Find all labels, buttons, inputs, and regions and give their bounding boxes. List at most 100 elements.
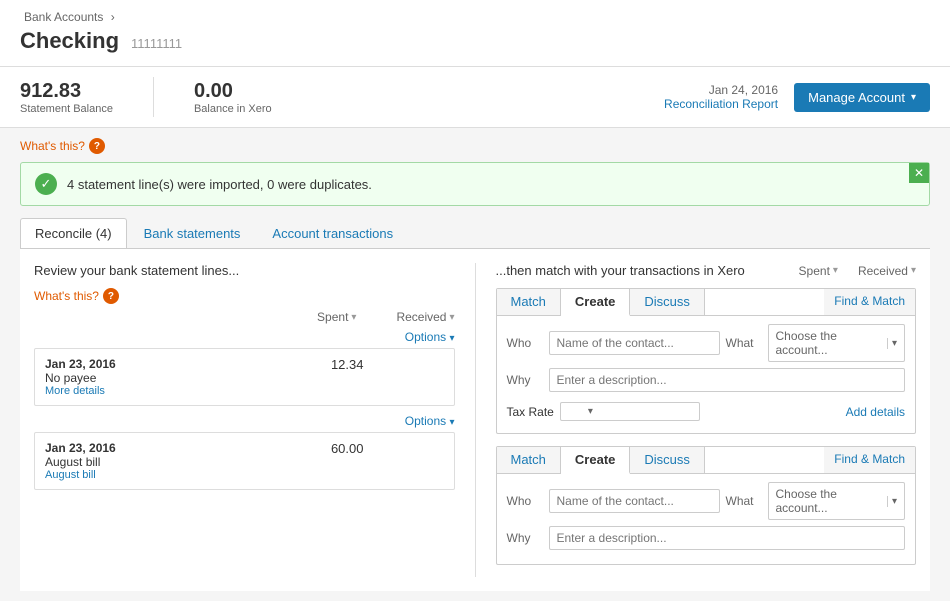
- breadcrumb-separator: ›: [111, 10, 115, 24]
- transaction-detail-2[interactable]: August bill: [45, 469, 294, 481]
- tax-select-arrow-1: ▾: [588, 406, 593, 417]
- match-tab-discuss-1[interactable]: Discuss: [630, 289, 705, 315]
- what-select-2[interactable]: Choose the account... ▾: [768, 482, 906, 520]
- why-label-1: Why: [507, 373, 543, 387]
- match-area-1: Match Create Discuss Find & Match Who: [496, 288, 917, 434]
- what-select-arrow-1: ▾: [887, 338, 897, 349]
- tax-row-1: Tax Rate ▾ Add details: [507, 398, 906, 425]
- tax-select-1[interactable]: ▾: [560, 402, 700, 421]
- match-tabs-2: Match Create Discuss Find & Match: [497, 447, 916, 474]
- page-header: Bank Accounts › Checking 11111111: [0, 0, 950, 67]
- transaction-name-1: No payee: [45, 371, 294, 385]
- breadcrumb[interactable]: Bank Accounts ›: [20, 10, 930, 24]
- account-number: 11111111: [131, 36, 182, 51]
- spent-sort-icon: ▾: [351, 312, 356, 323]
- check-icon: ✓: [35, 173, 57, 195]
- reconciliation-link[interactable]: Reconciliation Report: [664, 97, 778, 111]
- left-received-header[interactable]: Received ▾: [396, 310, 454, 324]
- statement-balance: 912.83 Statement Balance: [20, 80, 113, 115]
- xero-amount: 0.00: [194, 80, 272, 103]
- balance-bar: 912.83 Statement Balance 0.00 Balance in…: [0, 67, 950, 128]
- left-panel-desc: Review your bank statement lines...: [34, 263, 455, 278]
- right-panel-desc: ...then match with your transactions in …: [496, 263, 789, 278]
- page-title: Checking: [20, 28, 119, 54]
- why-row-2: Why: [507, 526, 906, 550]
- transaction-received-1: [364, 357, 444, 372]
- who-label-2: Who: [507, 494, 543, 508]
- find-match-1[interactable]: Find & Match: [824, 289, 915, 315]
- whats-this-icon: ?: [89, 138, 105, 154]
- right-panel: ...then match with your transactions in …: [476, 263, 917, 577]
- what-select-arrow-2: ▾: [887, 496, 897, 507]
- why-label-2: Why: [507, 531, 543, 545]
- left-col-headers: Spent ▾ Received ▾: [34, 310, 455, 324]
- who-label-1: Who: [507, 336, 543, 350]
- xero-label: Balance in Xero: [194, 103, 272, 115]
- who-input-2[interactable]: [549, 489, 720, 513]
- match-tab-match-2[interactable]: Match: [497, 447, 561, 473]
- options-caret-icon-1: ▾: [449, 333, 454, 344]
- transaction-row-2: Jan 23, 2016 August bill August bill 60.…: [34, 432, 455, 490]
- alert-message: 4 statement line(s) were imported, 0 wer…: [67, 177, 372, 192]
- what-label-2: What: [726, 494, 762, 508]
- add-details-1[interactable]: Add details: [846, 405, 905, 419]
- match-tabs-1: Match Create Discuss Find & Match: [497, 289, 916, 316]
- options-link-1[interactable]: Options ▾: [34, 330, 455, 344]
- tab-account-transactions[interactable]: Account transactions: [257, 218, 408, 248]
- transaction-detail-1[interactable]: More details: [45, 385, 294, 397]
- manage-caret-icon: ▾: [911, 92, 916, 103]
- options-caret-icon-2: ▾: [449, 417, 454, 428]
- whats-this-top[interactable]: What's this? ?: [20, 138, 930, 154]
- options-link-2[interactable]: Options ▾: [34, 414, 455, 428]
- why-input-1[interactable]: [549, 368, 906, 392]
- who-row-1: Who What Choose the account... ▾: [507, 324, 906, 362]
- right-col-headers: Spent ▾ Received ▾: [789, 264, 916, 278]
- alert-close-button[interactable]: ✕: [909, 163, 929, 183]
- reconcile-area: Review your bank statement lines... What…: [20, 249, 930, 591]
- breadcrumb-parent[interactable]: Bank Accounts: [24, 10, 103, 24]
- match-form-2: Who What Choose the account... ▾ Why: [497, 474, 916, 564]
- whats-this-left-icon: ?: [103, 288, 119, 304]
- why-input-2[interactable]: [549, 526, 906, 550]
- transaction-received-2: [364, 441, 444, 456]
- transaction-amounts-2: 60.00: [294, 441, 444, 456]
- tab-reconcile[interactable]: Reconcile (4): [20, 218, 127, 248]
- transaction-amounts-1: 12.34: [294, 357, 444, 372]
- main-tabs: Reconcile (4) Bank statements Account tr…: [20, 218, 930, 249]
- xero-balance: 0.00 Balance in Xero: [194, 80, 272, 115]
- left-panel: Review your bank statement lines... What…: [34, 263, 476, 577]
- transaction-info-1: Jan 23, 2016 No payee More details: [45, 357, 294, 397]
- find-match-2[interactable]: Find & Match: [824, 447, 915, 473]
- match-area-2: Match Create Discuss Find & Match Who: [496, 446, 917, 565]
- transaction-name-2: August bill: [45, 455, 294, 469]
- match-tab-create-2[interactable]: Create: [561, 447, 630, 474]
- manage-account-button[interactable]: Manage Account ▾: [794, 83, 930, 112]
- content-area: What's this? ? ✓ 4 statement line(s) wer…: [0, 128, 950, 601]
- statement-label: Statement Balance: [20, 103, 113, 115]
- match-tab-create-1[interactable]: Create: [561, 289, 630, 316]
- match-tab-match-1[interactable]: Match: [497, 289, 561, 315]
- transaction-date-1: Jan 23, 2016: [45, 357, 294, 371]
- left-spent-header[interactable]: Spent ▾: [317, 310, 356, 324]
- right-received-sort-icon: ▾: [911, 265, 916, 276]
- transaction-spent-2: 60.00: [294, 441, 364, 456]
- alert-banner: ✓ 4 statement line(s) were imported, 0 w…: [20, 162, 930, 206]
- whats-this-left[interactable]: What's this? ?: [34, 288, 455, 304]
- balance-right: Jan 24, 2016 Reconciliation Report Manag…: [664, 83, 930, 112]
- balance-divider: [153, 77, 154, 117]
- match-tab-discuss-2[interactable]: Discuss: [630, 447, 705, 473]
- who-input-1[interactable]: [549, 331, 720, 355]
- why-row-1: Why: [507, 368, 906, 392]
- tax-label-1: Tax Rate: [507, 405, 554, 419]
- right-spent-header[interactable]: Spent ▾: [799, 264, 838, 278]
- right-panel-header: ...then match with your transactions in …: [496, 263, 917, 278]
- transaction-info-2: Jan 23, 2016 August bill August bill: [45, 441, 294, 481]
- what-select-1[interactable]: Choose the account... ▾: [768, 324, 906, 362]
- who-row-2: Who What Choose the account... ▾: [507, 482, 906, 520]
- transaction-spent-1: 12.34: [294, 357, 364, 372]
- tab-bank-statements[interactable]: Bank statements: [129, 218, 256, 248]
- balance-date: Jan 24, 2016: [664, 83, 778, 97]
- received-sort-icon: ▾: [449, 312, 454, 323]
- right-received-header[interactable]: Received ▾: [858, 264, 916, 278]
- what-label-1: What: [726, 336, 762, 350]
